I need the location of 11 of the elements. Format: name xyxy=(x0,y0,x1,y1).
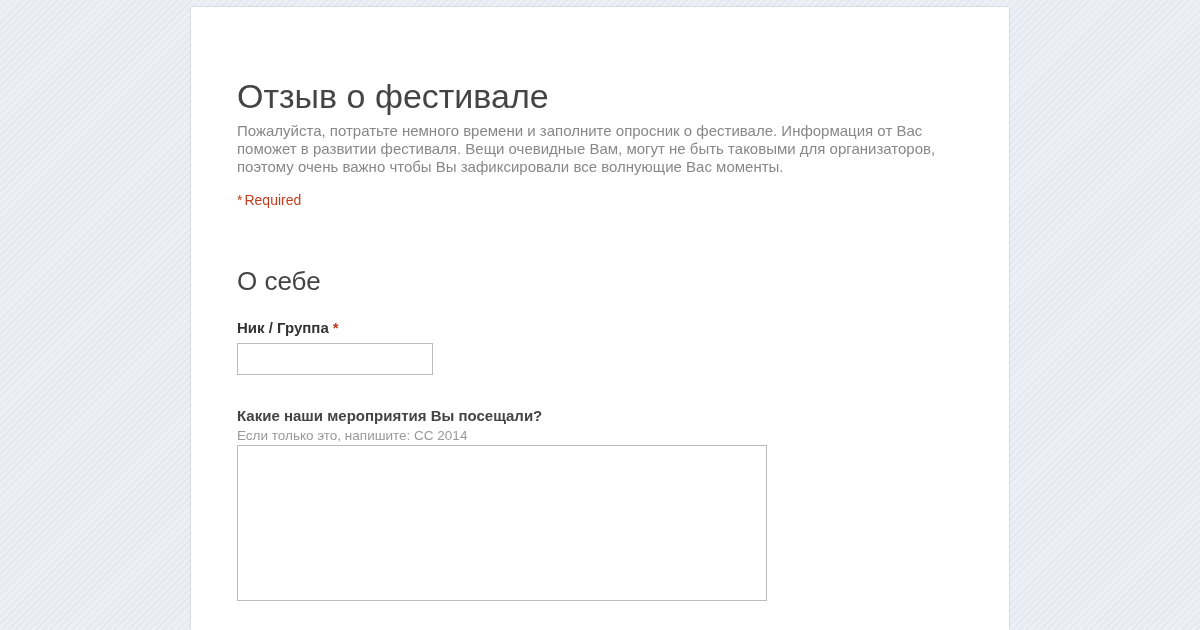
required-asterisk: * xyxy=(332,319,339,336)
text-input-field[interactable] xyxy=(237,343,433,375)
required-asterisk: * xyxy=(237,192,243,208)
form-title: Отзыв о фестивале xyxy=(237,77,550,116)
question-label: Ник / Группа xyxy=(237,319,329,336)
help-text: Если только это, напишите: СС 2014 xyxy=(237,428,469,443)
form-description: Пожалуйста, потратьте немного времени и заполните опросник о фестивале. Информация от Вас поможет в развитии фестиваля. Вещи очевидные Вам, могут не быть таковыми для организаторов, поэтому очень важно чтобы Вы зафиксировали все волнующие Вас моменты. xyxy=(237,122,937,176)
textarea-field[interactable] xyxy=(237,445,767,601)
section-title: О себе xyxy=(237,266,322,297)
question-label: Какие наши мероприятия Вы посещали? xyxy=(237,407,543,424)
required-note: Required xyxy=(244,192,302,208)
